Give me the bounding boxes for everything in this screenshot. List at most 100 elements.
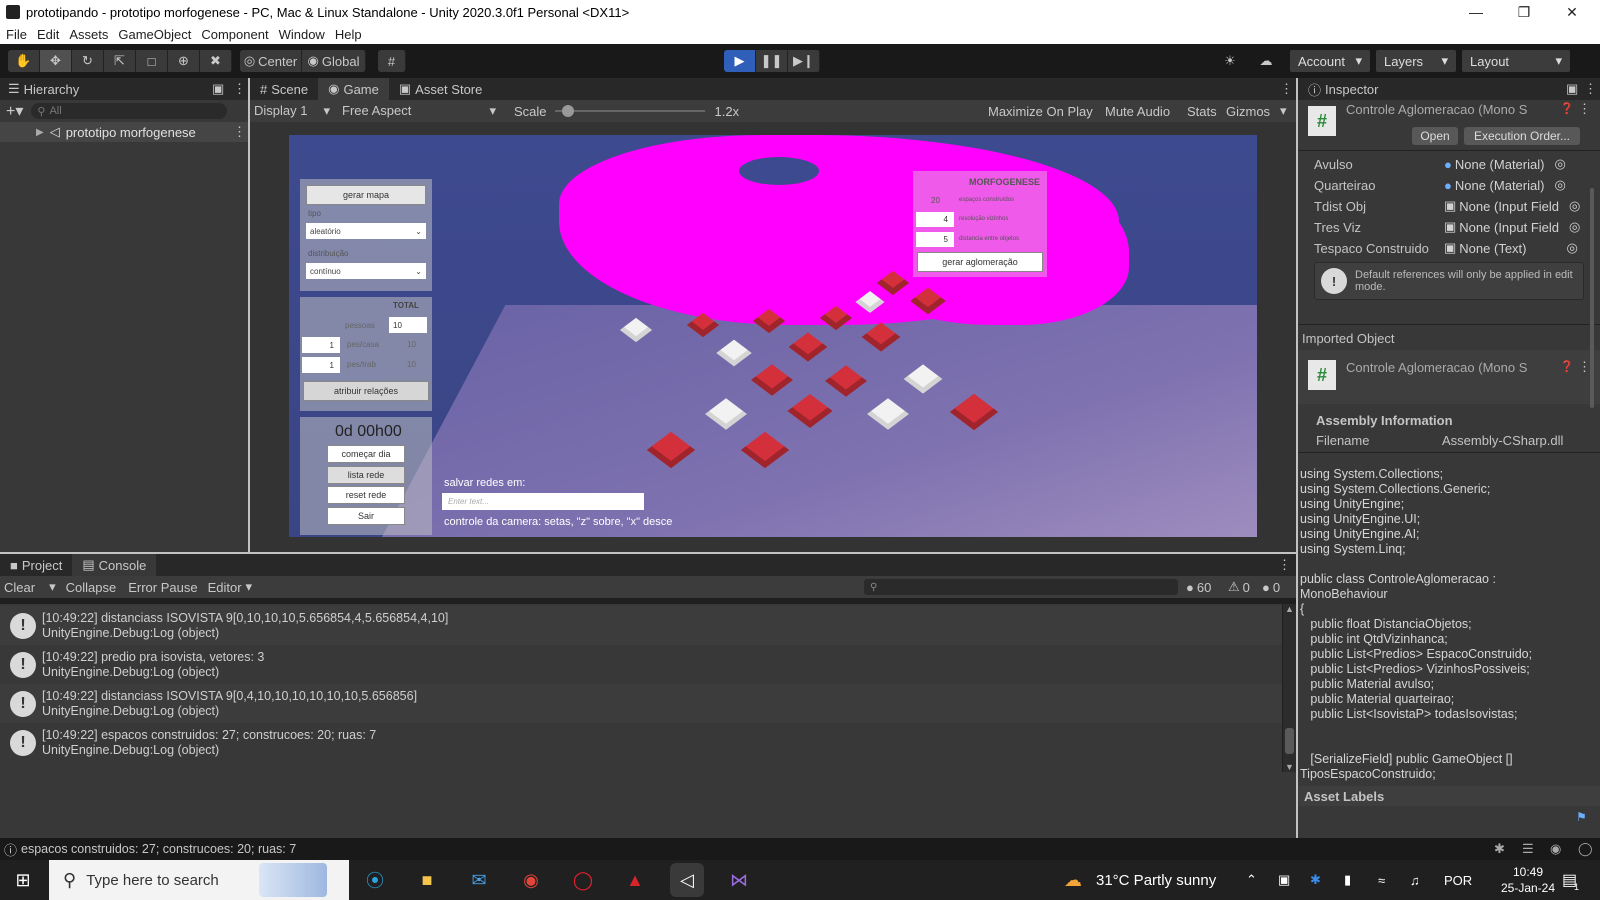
tipo-dropdown[interactable]: aleatório ⌄ bbox=[306, 223, 426, 239]
minimize-icon[interactable]: — bbox=[1452, 0, 1500, 24]
inspector-scrollbar[interactable] bbox=[1588, 178, 1596, 778]
windows-start-icon[interactable]: ⊞ bbox=[6, 863, 40, 897]
lista-rede-button[interactable]: lista rede bbox=[327, 466, 405, 484]
edge-icon[interactable]: ⦿ bbox=[358, 863, 392, 897]
comecar-dia-button[interactable]: começar dia bbox=[327, 445, 405, 463]
scroll-up-icon[interactable]: ▲ bbox=[1285, 604, 1294, 614]
layout-dropdown[interactable]: Layout ▾ bbox=[1462, 50, 1570, 72]
mail-icon[interactable]: ✉ bbox=[462, 863, 496, 897]
field-tres-viz[interactable]: Tres Viz ▣ None (Input Field ◎ bbox=[1314, 217, 1594, 237]
tab-asset-store[interactable]: ▣ Asset Store bbox=[389, 78, 493, 100]
object-picker-icon[interactable]: ◎ bbox=[1567, 240, 1578, 256]
menu-assets[interactable]: Assets bbox=[69, 27, 108, 42]
error-pause-toggle[interactable]: Error Pause bbox=[128, 580, 197, 595]
kebab-menu-icon[interactable]: ⋮ bbox=[233, 81, 246, 97]
tab-project[interactable]: ■ Project bbox=[0, 554, 72, 576]
cache-icon[interactable]: ◉ bbox=[1550, 841, 1561, 857]
field-tdist-obj[interactable]: Tdist Obj ▣ None (Input Field ◎ bbox=[1314, 196, 1594, 216]
scale-slider[interactable] bbox=[554, 105, 705, 117]
file-explorer-icon[interactable]: ■ bbox=[410, 863, 444, 897]
custom-tool-icon[interactable]: ✖ bbox=[200, 50, 232, 72]
log-count-toggle[interactable]: ● 60 bbox=[1186, 580, 1211, 595]
object-picker-icon[interactable]: ◎ bbox=[1554, 156, 1565, 172]
error-count-toggle[interactable]: ● 0 bbox=[1262, 580, 1280, 595]
distribuicao-dropdown[interactable]: contínuo ⌄ bbox=[306, 263, 426, 279]
editor-dropdown[interactable]: Editor bbox=[208, 580, 242, 595]
transform-tool-icon[interactable]: ⊕ bbox=[168, 50, 200, 72]
scrollbar-thumb[interactable] bbox=[1285, 728, 1294, 754]
gerar-aglomeracao-button[interactable]: gerar aglomeração bbox=[917, 252, 1043, 272]
log-entry[interactable]: ! [10:49:22] distanciass ISOVISTA 9[0,10,… bbox=[0, 606, 1282, 645]
volume-icon[interactable]: ♫ bbox=[1410, 873, 1420, 888]
mute-audio-toggle[interactable]: Mute Audio bbox=[1105, 104, 1170, 119]
console-scrollbar[interactable]: ▲ ▼ bbox=[1283, 604, 1296, 772]
tab-game[interactable]: ◉ Game bbox=[318, 78, 389, 100]
visual-studio-icon[interactable]: ⋈ bbox=[722, 863, 756, 897]
object-picker-icon[interactable]: ◎ bbox=[1554, 177, 1565, 193]
bluetooth-icon[interactable]: ✱ bbox=[1310, 872, 1321, 888]
kebab-menu-icon[interactable]: ⋮ bbox=[1584, 81, 1597, 97]
field-quarteirao[interactable]: Quarteirao ● None (Material) ◎ bbox=[1314, 175, 1594, 195]
salvar-input[interactable]: Enter text... bbox=[442, 493, 644, 510]
pestrab-input[interactable]: 1 bbox=[302, 357, 340, 373]
weather-text[interactable]: 31°C Partly sunny bbox=[1096, 872, 1216, 889]
clear-button[interactable]: Clear bbox=[4, 580, 35, 595]
taskbar-search[interactable]: ⚲ Type here to search bbox=[49, 860, 349, 900]
execution-order-button[interactable]: Execution Order... bbox=[1464, 127, 1580, 145]
field-tespaco-construido[interactable]: Tespaco Construido ▣ None (Text) ◎ bbox=[1314, 238, 1594, 258]
resolucao-input[interactable]: 4 bbox=[916, 212, 954, 227]
app-icon[interactable]: ▲ bbox=[618, 863, 652, 897]
chrome-icon[interactable]: ◉ bbox=[514, 863, 548, 897]
expand-arrow-icon[interactable]: ▶ bbox=[36, 127, 44, 138]
wifi-icon[interactable]: ≈ bbox=[1378, 873, 1385, 888]
kebab-menu-icon[interactable]: ⋮ bbox=[1578, 101, 1591, 117]
opera-icon[interactable]: ◯ bbox=[566, 863, 600, 897]
meet-icon[interactable]: ▣ bbox=[1278, 872, 1290, 888]
distancia-input[interactable]: 5 bbox=[916, 232, 954, 247]
kebab-menu-icon[interactable]: ⋮ bbox=[233, 124, 246, 140]
step-button[interactable]: ▶❙ bbox=[788, 50, 820, 72]
rotate-tool-icon[interactable]: ↻ bbox=[72, 50, 104, 72]
add-icon[interactable]: +▾ bbox=[6, 101, 23, 121]
tab-console[interactable]: ▤ Console bbox=[72, 554, 157, 576]
pessoas-input[interactable]: 10 bbox=[389, 317, 427, 333]
warning-count-toggle[interactable]: ⚠ 0 bbox=[1228, 579, 1250, 595]
tag-icon[interactable]: ⚑ bbox=[1576, 810, 1587, 824]
console-search-input[interactable]: ⚲ bbox=[864, 579, 1178, 595]
open-button[interactable]: Open bbox=[1412, 127, 1458, 145]
hierarchy-search-input[interactable]: ⚲ All bbox=[31, 103, 228, 119]
maximize-on-play-toggle[interactable]: Maximize On Play bbox=[988, 104, 1093, 119]
field-avulso[interactable]: Avulso ● None (Material) ◎ bbox=[1314, 154, 1594, 174]
lock-icon[interactable]: ▣ bbox=[212, 81, 224, 97]
bug-icon[interactable]: ✱ bbox=[1494, 841, 1505, 857]
gizmos-toggle[interactable]: Gizmos bbox=[1226, 104, 1270, 119]
help-icon[interactable]: ❓ bbox=[1560, 102, 1574, 115]
atribuir-relacoes-button[interactable]: atribuir relações bbox=[303, 381, 429, 401]
menu-window[interactable]: Window bbox=[279, 27, 325, 42]
play-button[interactable]: ▶ bbox=[724, 50, 756, 72]
menu-file[interactable]: File bbox=[6, 27, 27, 42]
gerar-mapa-button[interactable]: gerar mapa bbox=[306, 185, 426, 205]
battery-icon[interactable]: ▮ bbox=[1344, 872, 1351, 888]
pivot-center-button[interactable]: ◎ Center bbox=[240, 50, 302, 72]
display-dropdown[interactable]: Display 1 ▾ bbox=[250, 103, 330, 119]
menu-component[interactable]: Component bbox=[201, 27, 268, 42]
unity-taskbar-icon[interactable]: ◁ bbox=[670, 863, 704, 897]
aspect-dropdown[interactable]: Free Aspect ▾ bbox=[334, 103, 496, 119]
layers-icon[interactable]: ☰ bbox=[1522, 841, 1534, 857]
chevron-up-icon[interactable]: ⌃ bbox=[1246, 872, 1257, 888]
clock[interactable]: 10:49 25-Jan-24 bbox=[1498, 864, 1558, 896]
move-tool-icon[interactable]: ✥ bbox=[40, 50, 72, 72]
scale-tool-icon[interactable]: ⇱ bbox=[104, 50, 136, 72]
close-icon[interactable]: ✕ bbox=[1548, 0, 1596, 24]
sair-button[interactable]: Sair bbox=[327, 507, 405, 525]
stats-toggle[interactable]: Stats bbox=[1187, 104, 1217, 119]
menu-help[interactable]: Help bbox=[335, 27, 362, 42]
menu-edit[interactable]: Edit bbox=[37, 27, 59, 42]
scroll-down-icon[interactable]: ▼ bbox=[1285, 762, 1294, 772]
hierarchy-scene-row[interactable]: ▶ ◁ prototipo morfogenese ⋮ bbox=[0, 122, 248, 142]
cloud-icon[interactable]: ☁ bbox=[1252, 50, 1280, 72]
pivot-global-button[interactable]: ◉ Global bbox=[302, 50, 366, 72]
collab-icon[interactable]: ☀ bbox=[1216, 50, 1244, 72]
layers-dropdown[interactable]: Layers ▾ bbox=[1376, 50, 1456, 72]
